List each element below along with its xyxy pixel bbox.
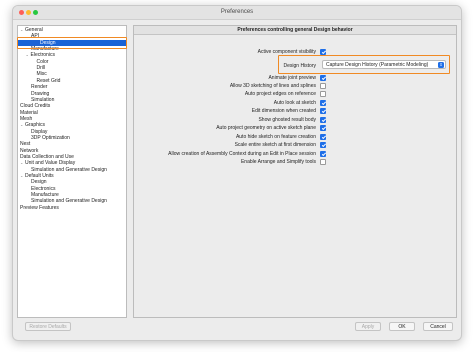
option-checkbox[interactable] xyxy=(320,142,326,148)
option-checkbox[interactable] xyxy=(320,134,326,140)
tree-item-label: Mesh xyxy=(20,115,33,122)
option-label: Auto hide sketch on feature creation xyxy=(235,134,316,140)
tree-item-label: Design xyxy=(31,179,47,186)
tree-item-label: Cloud Credits xyxy=(20,103,51,110)
option-row: Auto project edges on reference xyxy=(134,90,316,98)
design-highlight-box xyxy=(17,37,127,49)
tree-item-label: Simulation and Generative Design xyxy=(31,166,107,173)
tree-item-label: Simulation xyxy=(31,96,55,103)
tree-item-label: 3DP Optimization xyxy=(31,134,70,141)
option-checkbox[interactable] xyxy=(320,91,326,97)
tree-item-label: Display xyxy=(31,128,48,135)
option-row: Auto look at sketch xyxy=(134,99,316,107)
option-row: Allow 3D sketching of lines and splines xyxy=(134,82,316,90)
tree-item-label: General xyxy=(25,27,43,33)
tree-item-label: Data Collection and Use xyxy=(20,154,74,160)
option-label: Scale entire sketch at first dimension xyxy=(234,142,316,148)
tree-item-label: Default Units xyxy=(25,173,54,180)
preferences-tree: ⌄ General API Design Manufacture ⌄ Electronics… xyxy=(17,25,127,318)
tree-item-label: Manufacture xyxy=(31,192,59,199)
option-label: Show ghosted result body xyxy=(258,117,316,123)
option-label: Enable Arrange and Simplify tools xyxy=(240,159,316,165)
tree-item-label: Network xyxy=(20,147,39,154)
tree-item[interactable]: Preview Features xyxy=(20,205,59,211)
tree-item-label: Simulation and Generative Design xyxy=(31,198,107,205)
option-checkbox[interactable] xyxy=(320,117,326,123)
option-checkbox[interactable] xyxy=(320,83,326,89)
tree-item-label: Reset Grid xyxy=(36,77,61,84)
option-label: Animate joint preview xyxy=(268,75,316,81)
tree-item-label: Electronics xyxy=(30,52,55,59)
tree-item-label: Material xyxy=(20,109,38,116)
option-label: Auto project edges on reference xyxy=(244,91,316,97)
option-label: Allow 3D sketching of lines and splines xyxy=(229,83,316,89)
apply-button[interactable]: Apply xyxy=(355,322,381,331)
option-checkbox[interactable] xyxy=(320,125,326,131)
tree-item-label: Drawing xyxy=(31,90,50,97)
option-row: Auto project geometry on active sketch p… xyxy=(134,124,316,132)
title-bar: Preferences xyxy=(13,6,461,20)
tree-item-label: Misc xyxy=(36,71,47,78)
option-checkbox[interactable] xyxy=(320,159,326,165)
option-label: Allow creation of Assembly Context durin… xyxy=(168,151,316,157)
option-row: Show ghosted result body xyxy=(134,116,316,124)
design-preferences-panel: Preferences controlling general Design b… xyxy=(133,25,457,318)
option-checkbox[interactable] xyxy=(320,108,326,114)
option-row: Auto hide sketch on feature creation xyxy=(134,133,316,141)
design-history-highlight-box xyxy=(278,55,450,74)
tree-item-label: Electronics xyxy=(31,185,56,192)
tree-item-label: Render xyxy=(31,84,48,91)
option-row: Scale entire sketch at first dimension xyxy=(134,141,316,149)
option-label: Edit dimension when created xyxy=(251,108,316,114)
option-checkbox[interactable] xyxy=(320,75,326,81)
option-checkbox[interactable] xyxy=(320,151,326,157)
tree-item-label: Color xyxy=(36,58,49,65)
preferences-window: Preferences ⌄ General API Design Manufacture… xyxy=(12,5,462,341)
tree-item-label: Graphics xyxy=(25,122,46,129)
option-checkbox[interactable] xyxy=(320,49,326,55)
tree-item[interactable]: 3DP Optimization xyxy=(31,135,70,141)
tree-item-label: Drill xyxy=(36,65,46,72)
tree-item-label: Nest xyxy=(20,141,31,148)
option-checkbox[interactable] xyxy=(320,100,326,106)
option-row: Enable Arrange and Simplify tools xyxy=(134,158,316,166)
ok-button[interactable]: OK xyxy=(389,322,415,331)
option-row: Edit dimension when created xyxy=(134,107,316,115)
panel-header: Preferences controlling general Design b… xyxy=(134,26,456,35)
option-row: Allow creation of Assembly Context durin… xyxy=(134,150,316,158)
option-row: Animate joint preview xyxy=(134,74,316,82)
window-title: Preferences xyxy=(220,9,254,15)
tree-item-label: Preview Features xyxy=(20,204,59,211)
tree-item-label: Unit and Value Display xyxy=(25,160,76,167)
option-label: Auto look at sketch xyxy=(273,100,316,106)
restore-defaults-button[interactable]: Restore Defaults xyxy=(25,322,71,331)
option-label: Auto project geometry on active sketch p… xyxy=(216,125,316,131)
cancel-button[interactable]: Cancel xyxy=(423,322,453,331)
